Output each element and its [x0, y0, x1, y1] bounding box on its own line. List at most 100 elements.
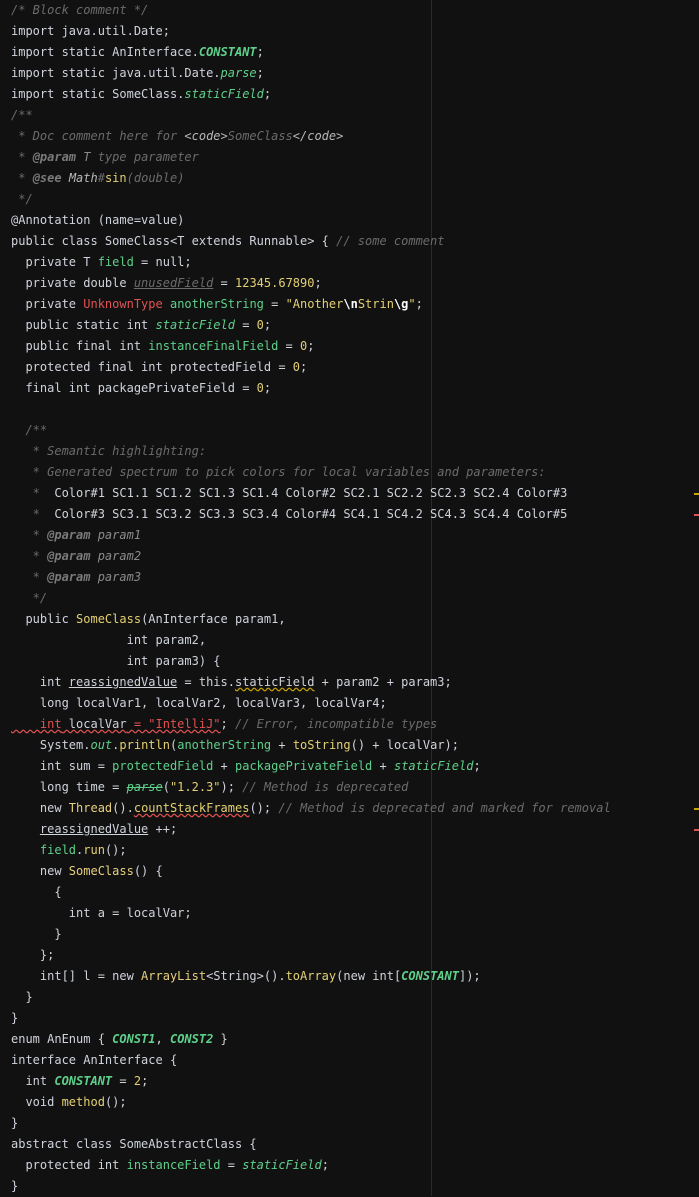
code-line[interactable]: interface AnInterface { — [11, 1050, 177, 1071]
error-stripe-mark[interactable] — [694, 493, 699, 495]
code-line[interactable]: * @param param3 — [11, 567, 141, 588]
code-line[interactable]: } — [11, 1176, 18, 1197]
code-token: (). — [112, 801, 134, 815]
code-line[interactable]: * Color#3 SC3.1 SC3.2 SC3.3 SC3.4 Color#… — [11, 504, 568, 525]
code-line[interactable]: */ — [11, 588, 47, 609]
code-line[interactable]: } — [11, 1008, 18, 1029]
code-token: , — [155, 1032, 170, 1046]
code-line[interactable]: * Generated spectrum to pick colors for … — [11, 462, 546, 483]
code-token: println — [119, 738, 170, 752]
code-line[interactable]: } — [11, 1113, 18, 1134]
code-line[interactable]: * Semantic highlighting: — [11, 441, 206, 462]
code-line[interactable]: int CONSTANT = 2; — [11, 1071, 148, 1092]
code-token: * — [11, 486, 48, 500]
code-token: ) — [177, 213, 185, 227]
code-token: CONSTANT — [401, 969, 459, 983]
code-token: @param — [47, 570, 91, 584]
code-token: ArrayList — [141, 969, 207, 983]
code-line[interactable]: int sum = protectedField + packagePrivat… — [11, 756, 481, 777]
code-line[interactable]: import static AnInterface.CONSTANT; — [11, 42, 264, 63]
code-line[interactable]: private UnknownType anotherString = "Ano… — [11, 294, 423, 315]
code-line[interactable]: field.run(); — [11, 840, 127, 861]
code-line[interactable]: enum AnEnum { CONST1, CONST2 } — [11, 1029, 228, 1050]
code-line[interactable]: */ — [11, 189, 32, 210]
code-line[interactable]: /* Block comment */ — [11, 0, 148, 21]
code-token: } — [11, 927, 62, 941]
code-line[interactable]: }; — [11, 945, 54, 966]
code-line[interactable]: public final int instanceFinalField = 0; — [11, 336, 314, 357]
code-token: staticField — [393, 759, 474, 773]
code-editor[interactable]: /* Block comment */ import java.util.Date… — [0, 0, 699, 1196]
code-token: = — [213, 276, 235, 290]
code-line[interactable]: import static java.util.Date.parse; — [11, 63, 264, 84]
code-token: = — [234, 318, 257, 332]
code-line[interactable]: new SomeClass() { — [11, 861, 163, 882]
code-token: } — [11, 990, 33, 1004]
code-line[interactable]: * @param T type parameter — [11, 147, 199, 168]
code-line[interactable]: new Thread().countStackFrames(); // Meth… — [11, 798, 611, 819]
code-token: * — [11, 150, 33, 164]
code-token: void — [11, 1095, 62, 1109]
code-token: ( — [162, 780, 170, 794]
code-token: "Another — [285, 297, 344, 311]
code-line[interactable]: int[] l = new ArrayList<String>().toArra… — [11, 966, 481, 987]
error-stripe-mark[interactable] — [694, 514, 699, 516]
code-line[interactable]: import static SomeClass.staticField; — [11, 84, 271, 105]
code-line[interactable]: long time = parse("1.2.3"); // Method is… — [11, 777, 409, 798]
code-line[interactable]: public class SomeClass<T extends Runnabl… — [11, 231, 444, 252]
code-line[interactable]: private T field = null; — [11, 252, 192, 273]
code-line[interactable]: * @param param1 — [11, 525, 141, 546]
code-token: private — [11, 297, 84, 311]
code-line[interactable]: int reassignedValue = this.staticField +… — [11, 672, 452, 693]
code-line[interactable]: protected final int protectedField = 0; — [11, 357, 307, 378]
code-token: ); — [220, 780, 243, 794]
code-line[interactable]: long localVar1, localVar2, localVar3, lo… — [11, 693, 387, 714]
code-line[interactable]: * Doc comment here for <code>SomeClass</… — [11, 126, 343, 147]
code-token: staticField — [184, 87, 264, 101]
code-line[interactable]: /** — [11, 420, 47, 441]
code-token: @param — [47, 528, 91, 542]
code-line[interactable]: } — [11, 987, 33, 1008]
code-token: } — [11, 1116, 19, 1130]
code-line[interactable]: System.out.println(anotherString + toStr… — [11, 735, 459, 756]
code-line[interactable]: int param2, — [11, 630, 206, 651]
code-line[interactable]: } — [11, 924, 62, 945]
code-line[interactable]: void method(); — [11, 1092, 126, 1113]
code-line[interactable]: final int packagePrivateField = 0; — [11, 378, 271, 399]
code-token: = — [271, 360, 293, 374]
code-line[interactable]: int a = localVar; — [11, 903, 192, 924]
code-token: SomeClass — [227, 129, 293, 143]
code-line[interactable]: public static int staticField = 0; — [11, 315, 271, 336]
code-token: int — [11, 675, 69, 689]
code-token: ; — [256, 45, 264, 59]
code-line[interactable]: abstract class SomeAbstractClass { — [11, 1134, 257, 1155]
code-token: long time = — [11, 780, 127, 794]
code-token: * Generated spectrum to pick colors for … — [11, 465, 546, 479]
code-token: (AnInterface param1, — [141, 612, 286, 626]
code-line[interactable]: /** — [11, 105, 33, 126]
code-line[interactable]: protected int instanceField = staticFiel… — [11, 1155, 328, 1176]
code-token: public static int — [11, 318, 156, 332]
code-line[interactable]: public SomeClass(AnInterface param1, — [11, 609, 286, 630]
code-line[interactable]: reassignedValue ++; — [11, 819, 177, 840]
code-line[interactable]: * @see Math#sin(double) — [11, 168, 184, 189]
code-line[interactable]: { — [11, 882, 61, 903]
code-token: <String>(). — [206, 969, 286, 983]
code-line[interactable]: int localVar = "IntelliJ"; // Error, inc… — [11, 714, 437, 735]
code-token: 2 — [133, 1074, 142, 1088]
code-line[interactable]: import java.util.Date; — [11, 21, 170, 42]
code-token: = null; — [133, 255, 192, 269]
code-token: int sum = — [11, 759, 113, 773]
code-token: out — [90, 738, 113, 752]
code-token: int — [11, 1074, 55, 1088]
code-line[interactable]: @Annotation (name=value) — [11, 210, 184, 231]
code-line[interactable]: private double unusedField = 12345.67890… — [11, 273, 321, 294]
code-line[interactable]: int param3) { — [11, 651, 221, 672]
code-line[interactable]: * @param param2 — [11, 546, 141, 567]
code-line[interactable]: * Color#1 SC1.1 SC1.2 SC1.3 SC1.4 Color#… — [11, 483, 568, 504]
error-stripe-mark[interactable] — [694, 808, 699, 810]
error-stripe-mark[interactable] — [694, 829, 699, 831]
code-token: ; — [415, 297, 423, 311]
